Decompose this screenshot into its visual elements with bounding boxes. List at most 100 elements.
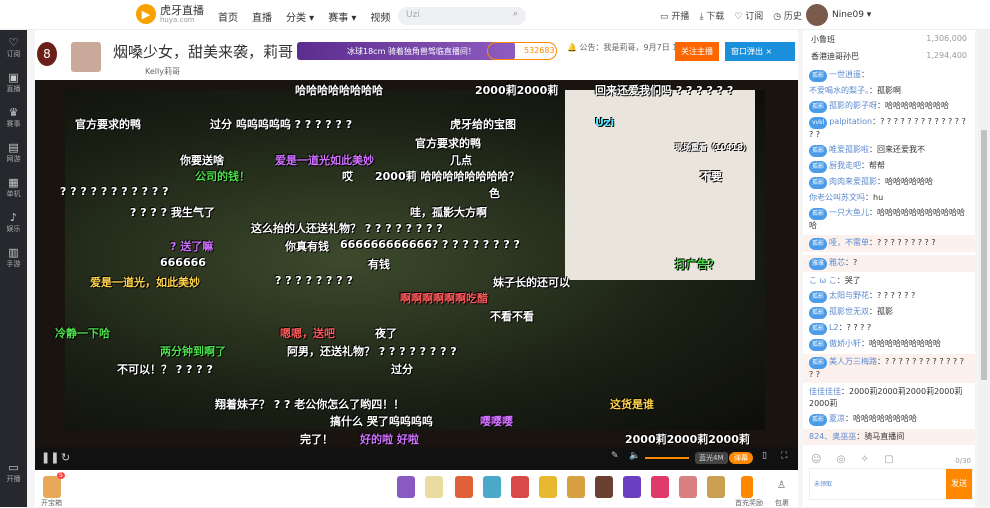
nav-category[interactable]: 分类 ▾	[286, 9, 314, 24]
chat-username[interactable]: 你老公叫苏文吗	[809, 193, 865, 202]
chat-message: 孤影 孤影世无双：孤影	[809, 306, 969, 319]
fan-badge: 孤影	[809, 208, 828, 220]
nav-home[interactable]: 首页	[218, 9, 238, 24]
chat-message: 孤影 孤影的影子呀：哈哈哈哈哈哈哈哈	[809, 100, 969, 113]
video-player[interactable]: 哈哈哈哈哈哈哈哈 2000莉2000莉 回来还爱我们吗 ? ? ? ? ? ? …	[35, 80, 798, 447]
danmaku: 2000莉 哈哈哈哈哈哈哈哈？	[375, 170, 520, 183]
chat-username[interactable]: 一只大鱼儿	[829, 208, 869, 217]
gift-icon[interactable]	[539, 476, 557, 498]
danmaku: 这么抬的人还送礼物？ ? ? ? ? ? ? ? ?	[251, 222, 443, 235]
send-button[interactable]: 发送	[946, 469, 972, 499]
gift-icon[interactable]	[707, 476, 725, 498]
chat-username[interactable]: palpitation	[829, 117, 872, 126]
chat-username[interactable]: 唯爱孤影啦	[829, 145, 869, 154]
fan-badge: 孤影	[809, 323, 828, 335]
nav-live[interactable]: 直播	[252, 9, 272, 24]
search-input[interactable]: Uzi ⌕	[398, 7, 526, 25]
sidebar-item-subscribe[interactable]: ♡ 订阅	[0, 30, 27, 65]
broadcast-button[interactable]: ▭ 开播	[660, 9, 689, 22]
gift-icon[interactable]	[483, 476, 501, 498]
chat-username[interactable]: 厨我走吧	[829, 161, 861, 170]
chat-username[interactable]: 孤影的影子呀	[829, 101, 877, 110]
gift-icon[interactable]	[679, 476, 697, 498]
page-scrollbar[interactable]	[978, 30, 990, 507]
badge-claim[interactable]: 未领取	[814, 479, 832, 488]
danmaku-toggle[interactable]: 弹幕	[729, 452, 753, 464]
history-button[interactable]: ◷ 历史	[773, 9, 802, 22]
sidebar-item-online-games[interactable]: ▤ 网游	[0, 135, 27, 170]
gift-icon[interactable]	[511, 476, 529, 498]
chat-username[interactable]: 夏凉	[829, 414, 845, 423]
monitor-icon: ▤	[8, 141, 19, 154]
danmaku: 不要	[700, 170, 722, 183]
chat-username[interactable]: こ ω こ	[809, 276, 837, 285]
fan-badge: 孤影	[809, 238, 828, 250]
chat-username[interactable]: 不爱喝水的梨子。	[809, 86, 869, 95]
chat-input[interactable]: 未领取 发送	[809, 468, 973, 500]
chat-username[interactable]: 雅芯	[829, 258, 845, 267]
chat-username[interactable]: 傲娇小轩	[829, 339, 861, 348]
avatar	[806, 4, 828, 26]
chat-text: ?	[853, 258, 858, 267]
chat-message: 孤影 一只大鱼儿：哈哈哈哈哈哈哈哈哈哈哈哈	[809, 208, 966, 230]
chat-text: 孤影	[877, 307, 894, 316]
gift-noble-icon[interactable]	[397, 476, 415, 498]
sidebar-item-entertainment[interactable]: ♪ 娱乐	[0, 205, 27, 240]
chat-username[interactable]: L2	[829, 323, 839, 332]
danmaku-settings-icon[interactable]: ✎	[611, 451, 619, 461]
chat-username[interactable]: 哑，不需单	[829, 238, 869, 247]
treasure-chest-icon[interactable]	[43, 476, 61, 498]
gift-icon[interactable]	[651, 476, 669, 498]
host-avatar[interactable]	[71, 42, 101, 72]
huya-logo[interactable]: ▶ 虎牙直播 huya.com	[136, 4, 204, 24]
danmaku: 不可以！？ ? ? ? ?	[117, 363, 213, 376]
chat-username[interactable]: 太阳与野花	[829, 291, 869, 300]
first-charge-icon[interactable]	[741, 476, 753, 498]
chat-username[interactable]: 肉肉来爱孤影	[829, 177, 877, 186]
chat-username[interactable]: 美人万三梅路	[829, 357, 877, 366]
chat-text: 孤影啊	[877, 86, 901, 95]
user-menu[interactable]: Nine09 ▾	[806, 4, 871, 26]
nav-events[interactable]: 赛事 ▾	[328, 9, 356, 24]
danmaku: ? 送了嘛	[170, 240, 214, 253]
search-icon[interactable]: ⌕	[513, 9, 518, 19]
subscribe-button[interactable]: ♡ 订阅	[734, 9, 763, 22]
sidebar-item-start-broadcast[interactable]: ▭ 开播	[0, 455, 27, 490]
fullscreen-icon[interactable]: ⛶	[781, 451, 787, 461]
theater-mode-icon[interactable]: ▯	[762, 451, 767, 461]
chat-username[interactable]: 一世逍遥	[829, 70, 861, 79]
sidebar-item-single-player[interactable]: ▦ 单机	[0, 170, 27, 205]
danmaku: 妹子长的还可以	[493, 276, 570, 289]
bag-icon[interactable]: ♙	[777, 480, 786, 491]
gift-icon[interactable]	[595, 476, 613, 498]
sidebar-item-mobile-games[interactable]: ▥ 手游	[0, 240, 27, 275]
scrollbar-thumb[interactable]	[981, 130, 987, 380]
chat-username[interactable]: 佳佳佳佳	[809, 387, 841, 396]
chat-username[interactable]: 824、奥巫巫	[809, 432, 856, 441]
danmaku: 好的啦 好啦	[360, 433, 419, 446]
volume-icon[interactable]: 🔈	[629, 451, 640, 461]
player-controls: ❚❚ ↻ ✎ 🔈 蓝光4M 弹幕 ▯ ⛶	[35, 447, 798, 470]
level-badge: 8	[37, 42, 57, 66]
volume-slider[interactable]	[645, 457, 689, 459]
pause-icon[interactable]: ❚❚	[41, 451, 59, 464]
refresh-icon[interactable]: ↻	[61, 451, 70, 464]
popout-button[interactable]: 窗口弹出 ×	[725, 42, 795, 61]
follow-button[interactable]: 关注主播	[675, 42, 719, 61]
sidebar-item-events[interactable]: ♛ 赛事	[0, 100, 27, 135]
gift-icon[interactable]	[425, 476, 443, 498]
emoji-icon[interactable]: ☺ ◎ ✧ ▢	[811, 454, 900, 465]
quality-select[interactable]: 蓝光4M	[695, 452, 728, 464]
gift-icon[interactable]	[623, 476, 641, 498]
nav-video[interactable]: 视频	[370, 9, 390, 24]
chat-username[interactable]: 孤影世无双	[829, 307, 869, 316]
gift-icon[interactable]	[567, 476, 585, 498]
sidebar-item-live[interactable]: ▣ 直播	[0, 65, 27, 100]
gift-icon[interactable]	[455, 476, 473, 498]
chat-message: 孤影 太阳与野花：? ? ? ? ? ?	[809, 290, 969, 303]
danmaku: ? ? ? ? ? ? ? ?	[275, 274, 353, 287]
char-count: 0/30	[955, 457, 971, 465]
host-name[interactable]: Kelly莉哥	[145, 66, 180, 77]
danmaku: 过分	[391, 363, 413, 376]
download-button[interactable]: ⤓ 下载	[699, 9, 724, 22]
